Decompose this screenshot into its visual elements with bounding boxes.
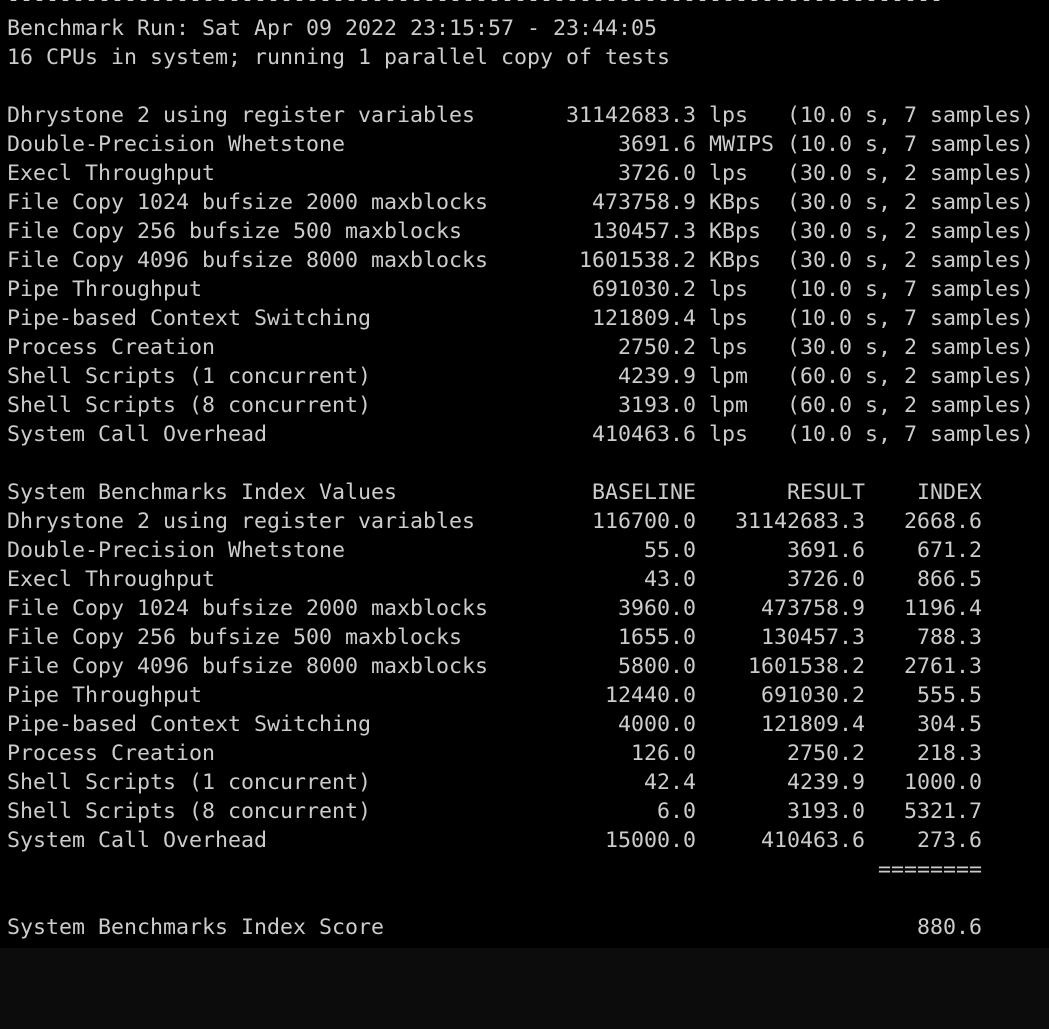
index-row: Pipe-based Context Switching 4000.0 121809…: [7, 710, 982, 739]
result-value: 3193.0: [618, 393, 697, 418]
result-detail: (10.0 s, 7 samples): [787, 132, 1035, 157]
index-row: File Copy 1024 bufsize 2000 maxblocks 396…: [7, 594, 982, 623]
result-unit: MWIPS: [709, 132, 775, 157]
index-table-header: System Benchmarks Index Values BASELINE …: [7, 478, 982, 507]
result-detail: (60.0 s, 2 samples): [787, 364, 1035, 389]
result-detail: (30.0 s, 2 samples): [787, 219, 1035, 244]
index-row-index: 304.5: [917, 712, 983, 737]
result-value: 410463.6: [592, 422, 697, 447]
separator-text: ----------------------------------------…: [7, 0, 943, 14]
header-index: INDEX: [917, 480, 983, 505]
result-value: 121809.4: [592, 306, 697, 331]
result-detail: (60.0 s, 2 samples): [787, 393, 1035, 418]
index-row-index: 1000.0: [904, 770, 983, 795]
cpu-info-text: 16 CPUs in system; running 1 parallel co…: [7, 45, 671, 70]
result-value: 31142683.3: [566, 103, 697, 128]
result-unit: KBps: [709, 248, 762, 273]
result-unit: lpm: [709, 364, 749, 389]
index-row-index: 788.3: [917, 625, 983, 650]
index-row-index: 218.3: [917, 741, 983, 766]
index-rows: Dhrystone 2 using register variables 1167…: [7, 507, 982, 855]
index-row: Process Creation 126.0 2750.2 218.3: [7, 739, 982, 768]
result-row: Dhrystone 2 using register variables 3114…: [7, 101, 1034, 130]
run-line: Benchmark Run: Sat Apr 09 2022 23:15:57 …: [7, 14, 657, 43]
index-row: File Copy 4096 bufsize 8000 maxblocks 580…: [7, 652, 982, 681]
result-detail: (10.0 s, 7 samples): [787, 103, 1035, 128]
index-row: Shell Scripts (8 concurrent) 6.0 3193.0 532…: [7, 797, 982, 826]
result-unit: lps: [709, 306, 749, 331]
run-timestamp-text: Benchmark Run: Sat Apr 09 2022 23:15:57 …: [7, 16, 658, 41]
result-row: File Copy 256 bufsize 500 maxblocks 13045…: [7, 217, 1034, 246]
result-value: 2750.2: [618, 335, 697, 360]
result-row: File Copy 4096 bufsize 8000 maxblocks 160…: [7, 246, 1034, 275]
result-row: System Call Overhead 410463.6 lps (10.0 s, …: [7, 420, 1034, 449]
result-detail: (30.0 s, 2 samples): [787, 190, 1035, 215]
result-unit: lpm: [709, 393, 749, 418]
result-unit: lps: [709, 335, 749, 360]
terminal-output: ----------------------------------------…: [7, 0, 1034, 942]
total-rule-line: ========: [7, 855, 982, 884]
result-unit: lps: [709, 103, 749, 128]
index-row: Execl Throughput 43.0 3726.0 866.5: [7, 565, 982, 594]
result-row: Shell Scripts (8 concurrent) 3193.0 lpm (60…: [7, 391, 1034, 420]
score-value: 880.6: [917, 915, 983, 940]
result-value: 130457.3: [592, 219, 697, 244]
result-row: Shell Scripts (1 concurrent) 4239.9 lpm (60…: [7, 362, 1034, 391]
result-value: 473758.9: [592, 190, 697, 215]
index-row-index: 2668.6: [904, 509, 983, 534]
index-row-index: 1196.4: [904, 596, 983, 621]
total-rule: ========: [878, 857, 983, 882]
result-unit: KBps: [709, 190, 762, 215]
index-row-index: 671.2: [917, 538, 983, 563]
index-row: Double-Precision Whetstone 55.0 3691.6 671.…: [7, 536, 982, 565]
result-unit: lps: [709, 422, 749, 447]
index-row: File Copy 256 bufsize 500 maxblocks 1655.…: [7, 623, 982, 652]
result-row: Pipe-based Context Switching 121809.4 lps(…: [7, 304, 1034, 333]
index-row-index: 866.5: [917, 567, 983, 592]
result-value: 691030.2: [592, 277, 697, 302]
result-row: Double-Precision Whetstone 3691.6 MWIPS (10…: [7, 130, 1034, 159]
result-row: Pipe Throughput 691030.2 lps (10.0 s, 7 sam…: [7, 275, 1034, 304]
index-row-index: 273.6: [917, 828, 983, 853]
result-unit: lps: [709, 161, 749, 186]
index-row: Dhrystone 2 using register variables 1167…: [7, 507, 982, 536]
result-detail: (30.0 s, 2 samples): [787, 335, 1035, 360]
result-value: 4239.9: [618, 364, 697, 389]
score-line: System Benchmarks Index Score 880.6: [7, 913, 982, 942]
result-value: 3726.0: [618, 161, 697, 186]
cpu-line: 16 CPUs in system; running 1 parallel co…: [7, 43, 670, 72]
result-value: 1601538.2: [579, 248, 697, 273]
result-row: File Copy 1024 bufsize 2000 maxblocks 473…: [7, 188, 1034, 217]
separator-line: ----------------------------------------…: [7, 0, 943, 14]
index-row-index: 2761.3: [904, 654, 983, 679]
result-detail: (10.0 s, 7 samples): [787, 306, 1035, 331]
result-unit: KBps: [709, 219, 762, 244]
index-row: Pipe Throughput 12440.0 691030.2 555.5: [7, 681, 982, 710]
result-unit: lps: [709, 277, 749, 302]
result-detail: (30.0 s, 2 samples): [787, 161, 1035, 186]
index-row: Shell Scripts (1 concurrent) 42.4 4239.9 10…: [7, 768, 982, 797]
result-detail: (10.0 s, 7 samples): [787, 422, 1035, 447]
result-row: Execl Throughput 3726.0 lps (30.0 s, 2 samp…: [7, 159, 1034, 188]
index-row-index: 5321.7: [904, 799, 983, 824]
results-list: Dhrystone 2 using register variables 3114…: [7, 101, 1034, 449]
index-row: System Call Overhead 15000.0 410463.6 273.6: [7, 826, 982, 855]
index-row-index: 555.5: [917, 683, 983, 708]
result-detail: (30.0 s, 2 samples): [787, 248, 1035, 273]
result-detail: (10.0 s, 7 samples): [787, 277, 1035, 302]
result-value: 3691.6: [618, 132, 697, 157]
result-row: Process Creation 2750.2 lps (30.0 s, 2 samp…: [7, 333, 1034, 362]
